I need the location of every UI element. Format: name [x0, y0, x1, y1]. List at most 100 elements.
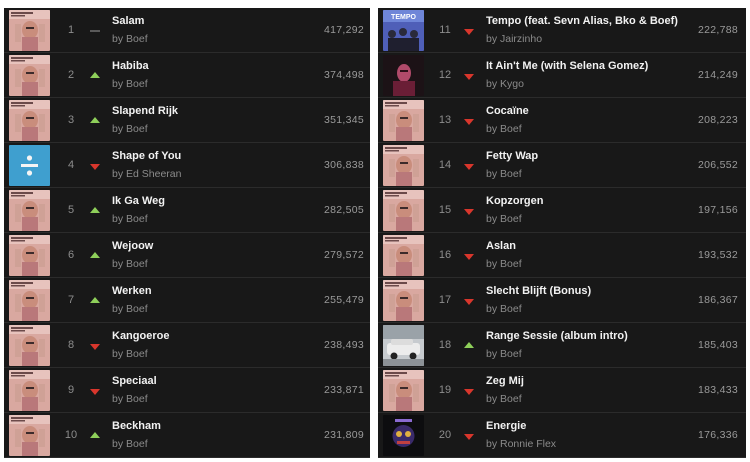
track-rank: 12: [438, 69, 452, 81]
track-row[interactable]: 14 Fetty Wap by Boef 206,552: [378, 143, 746, 188]
album-art[interactable]: [383, 415, 424, 456]
track-row[interactable]: 4 Shape of You by Ed Sheeran 306,838: [4, 143, 370, 188]
track-title[interactable]: Tempo (feat. Sevn Alias, Bko & Boef): [486, 15, 678, 27]
stream-count: 233,871: [323, 384, 364, 396]
track-artist[interactable]: by Boef: [112, 78, 148, 90]
track-title[interactable]: Kopzorgen: [486, 195, 676, 207]
album-art[interactable]: [383, 280, 424, 321]
track-row[interactable]: 2 Habiba by Boef 374,498: [4, 53, 370, 98]
album-art[interactable]: [383, 370, 424, 411]
stream-count: 351,345: [323, 114, 364, 126]
stream-count: 255,479: [323, 294, 364, 306]
track-artist[interactable]: by Boef: [486, 258, 522, 270]
track-row[interactable]: 9 Speciaal by Boef 233,871: [4, 368, 370, 413]
boef-album-art: [9, 190, 50, 231]
track-artist[interactable]: by Boef: [486, 303, 522, 315]
album-art[interactable]: [9, 100, 50, 141]
track-title[interactable]: Wejoow: [112, 240, 300, 252]
track-artist[interactable]: by Boef: [112, 258, 148, 270]
track-artist[interactable]: by Ronnie Flex: [486, 438, 556, 450]
album-art[interactable]: TEMPO: [383, 10, 424, 51]
track-row[interactable]: 17 Slecht Blijft (Bonus) by Boef 186,367: [378, 278, 746, 323]
track-artist[interactable]: by Ed Sheeran: [112, 168, 181, 180]
track-artist[interactable]: by Kygo: [486, 78, 524, 90]
album-art[interactable]: [383, 145, 424, 186]
album-art[interactable]: [9, 235, 50, 276]
boef-album-art: [383, 190, 424, 231]
track-artist[interactable]: by Boef: [486, 393, 522, 405]
track-row[interactable]: 18 Range Sessie (album intro) by Boef 185,4…: [378, 323, 746, 368]
boef-album-art: [9, 10, 50, 51]
album-art[interactable]: [9, 325, 50, 366]
stream-count: 183,433: [697, 384, 738, 396]
track-title[interactable]: Aslan: [486, 240, 676, 252]
track-row[interactable]: 6 Wejoow by Boef 279,572: [4, 233, 370, 278]
trend-up-icon: [90, 432, 100, 438]
stream-count: 222,788: [697, 24, 738, 36]
track-artist[interactable]: by Boef: [486, 168, 522, 180]
track-title[interactable]: Fetty Wap: [486, 150, 676, 162]
track-artist[interactable]: by Boef: [486, 213, 522, 225]
album-art[interactable]: [9, 10, 50, 51]
track-row[interactable]: 10 Beckham by Boef 231,809: [4, 413, 370, 458]
track-artist[interactable]: by Boef: [112, 213, 148, 225]
track-artist[interactable]: by Boef: [486, 348, 522, 360]
track-title[interactable]: Speciaal: [112, 375, 300, 387]
track-row[interactable]: 13 Cocaïne by Boef 208,223: [378, 98, 746, 143]
track-title[interactable]: Habiba: [112, 60, 300, 72]
track-artist[interactable]: by Boef: [112, 393, 148, 405]
tempo-art-text: TEMPO: [391, 14, 416, 21]
boef-album-art: [383, 100, 424, 141]
track-title[interactable]: Slecht Blijft (Bonus): [486, 285, 676, 297]
track-rank: 3: [67, 114, 75, 126]
track-title[interactable]: Zeg Mij: [486, 375, 676, 387]
track-row[interactable]: 3 Slapend Rijk by Boef 351,345: [4, 98, 370, 143]
track-row[interactable]: 12 It Ain't Me (with Selena Gomez) by Kygo…: [378, 53, 746, 98]
track-row[interactable]: 16 Aslan by Boef 193,532: [378, 233, 746, 278]
track-artist[interactable]: by Boef: [112, 33, 148, 45]
track-rank: 5: [67, 204, 75, 216]
album-art[interactable]: [9, 280, 50, 321]
track-artist[interactable]: by Boef: [112, 348, 148, 360]
album-art[interactable]: [383, 325, 424, 366]
track-title[interactable]: Cocaïne: [486, 105, 676, 117]
album-art[interactable]: [383, 100, 424, 141]
track-row[interactable]: 20 Energie by Ronnie Flex 176,336: [378, 413, 746, 458]
track-row[interactable]: TEMPO 11 Tempo (feat. Sevn Alias, Bko & Bo…: [378, 8, 746, 53]
track-title[interactable]: Beckham: [112, 420, 300, 432]
track-row[interactable]: 7 Werken by Boef 255,479: [4, 278, 370, 323]
track-title[interactable]: Werken: [112, 285, 300, 297]
stream-count: 214,249: [697, 69, 738, 81]
album-art[interactable]: [9, 415, 50, 456]
track-row[interactable]: 19 Zeg Mij by Boef 183,433: [378, 368, 746, 413]
track-title[interactable]: Salam: [112, 15, 300, 27]
track-title[interactable]: Energie: [486, 420, 676, 432]
track-row[interactable]: 5 Ik Ga Weg by Boef 282,505: [4, 188, 370, 233]
album-art[interactable]: [383, 235, 424, 276]
track-title[interactable]: Shape of You: [112, 150, 300, 162]
track-artist[interactable]: by Boef: [486, 123, 522, 135]
track-title[interactable]: Ik Ga Weg: [112, 195, 300, 207]
album-art[interactable]: [383, 190, 424, 231]
album-art[interactable]: [383, 55, 424, 96]
album-art[interactable]: [9, 190, 50, 231]
stream-count: 185,403: [697, 339, 738, 351]
track-title[interactable]: It Ain't Me (with Selena Gomez): [486, 60, 676, 72]
track-rank: 2: [67, 69, 75, 81]
track-artist[interactable]: by Boef: [112, 123, 148, 135]
album-art[interactable]: [9, 370, 50, 411]
trend-up-icon: [90, 252, 100, 258]
album-art[interactable]: [9, 145, 50, 186]
track-title[interactable]: Range Sessie (album intro): [486, 330, 676, 342]
track-row[interactable]: 1 Salam by Boef 417,292: [4, 8, 370, 53]
track-row[interactable]: 8 Kangoeroe by Boef 238,493: [4, 323, 370, 368]
track-row[interactable]: 15 Kopzorgen by Boef 197,156: [378, 188, 746, 233]
track-artist[interactable]: by Jairzinho: [486, 33, 542, 45]
trend-down-icon: [90, 164, 100, 170]
track-rank: 15: [438, 204, 452, 216]
album-art[interactable]: [9, 55, 50, 96]
track-artist[interactable]: by Boef: [112, 438, 148, 450]
track-title[interactable]: Kangoeroe: [112, 330, 300, 342]
track-title[interactable]: Slapend Rijk: [112, 105, 300, 117]
track-artist[interactable]: by Boef: [112, 303, 148, 315]
